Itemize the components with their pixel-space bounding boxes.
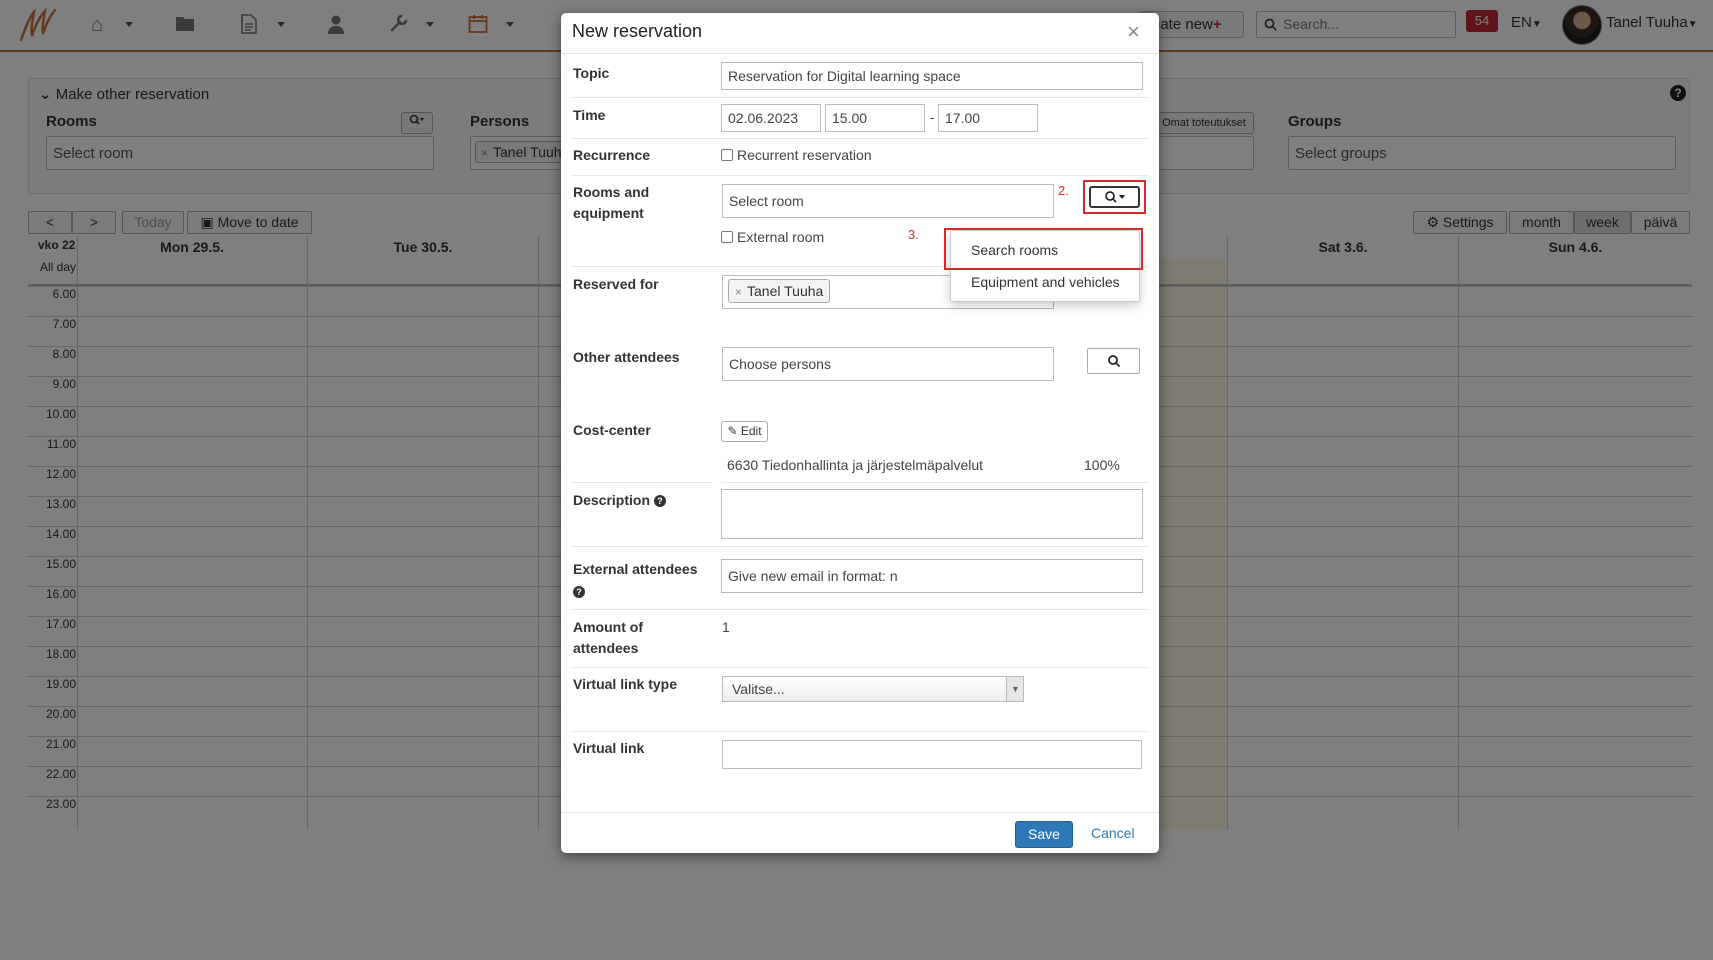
save-button[interactable]: Save (1015, 821, 1073, 848)
reserved-for-label: Reserved for (573, 276, 659, 292)
amount-of-attendees-value: 1 (722, 619, 730, 635)
virtual-link-label: Virtual link (573, 740, 645, 756)
room-search-menu: Search rooms Equipment and vehicles (950, 230, 1140, 302)
cost-center-share: 100% (1084, 457, 1120, 473)
time-separator: - (930, 109, 935, 125)
end-time-input[interactable]: 17.00 (938, 104, 1038, 132)
virtual-link-input[interactable] (722, 740, 1142, 769)
rooms-equipment-label: Rooms and equipment (573, 184, 650, 221)
room-select[interactable]: Select room (722, 184, 1054, 218)
pencil-icon: ✎ (727, 424, 738, 438)
remove-icon[interactable]: × (735, 285, 742, 299)
checkbox[interactable] (721, 231, 733, 243)
topic-label: Topic (573, 65, 610, 81)
description-textarea[interactable] (721, 489, 1143, 539)
recurrence-label: Recurrence (573, 147, 651, 163)
room-search-dropdown-button[interactable] (1089, 186, 1140, 208)
equipment-vehicles-option[interactable]: Equipment and vehicles (971, 274, 1120, 290)
help-icon[interactable]: ? (653, 495, 666, 507)
external-attendees-label: External attendees? (573, 561, 698, 598)
cost-center-name: 6630 Tiedonhallinta ja järjestelmäpalvel… (727, 457, 984, 473)
date-input[interactable]: 02.06.2023 (721, 104, 821, 132)
person-search-button[interactable] (1087, 348, 1140, 374)
virtual-link-type-select[interactable]: Valitse... ▼ (722, 676, 1024, 702)
cancel-button[interactable]: Cancel (1091, 825, 1135, 841)
topic-input[interactable]: Reservation for Digital learning space (721, 62, 1143, 90)
edit-cost-center-button[interactable]: ✎ Edit (721, 421, 768, 442)
choose-persons-select[interactable]: Choose persons (722, 347, 1054, 381)
annotation-step-2: 2. (1058, 183, 1069, 198)
description-label: Description ? (573, 490, 666, 511)
checkbox[interactable] (721, 149, 733, 161)
person-tag[interactable]: × Tanel Tuuha (728, 279, 831, 303)
search-icon (1107, 355, 1120, 368)
other-attendees-label: Other attendees (573, 349, 680, 365)
recurrent-reservation-checkbox[interactable]: Recurrent reservation (721, 147, 872, 163)
time-label: Time (573, 107, 606, 123)
search-rooms-option[interactable]: Search rooms (971, 242, 1058, 258)
start-time-input[interactable]: 15.00 (825, 104, 925, 132)
cost-center-label: Cost-center (573, 422, 651, 438)
virtual-link-type-label: Virtual link type (573, 676, 677, 692)
close-icon[interactable]: × (1127, 19, 1140, 45)
help-icon[interactable]: ? (573, 586, 585, 598)
search-icon (1104, 191, 1125, 203)
dialog-title: New reservation (572, 21, 703, 41)
annotation-step-3: 3. (908, 227, 919, 242)
new-reservation-dialog: New reservation × Topic Reservation for … (561, 13, 1159, 853)
amount-of-attendees-label: Amount of attendees (573, 619, 643, 656)
external-room-checkbox[interactable]: External room (721, 229, 824, 245)
external-attendees-input[interactable]: Give new email in format: n (721, 559, 1143, 593)
chevron-down-icon[interactable]: ▼ (1006, 677, 1023, 701)
